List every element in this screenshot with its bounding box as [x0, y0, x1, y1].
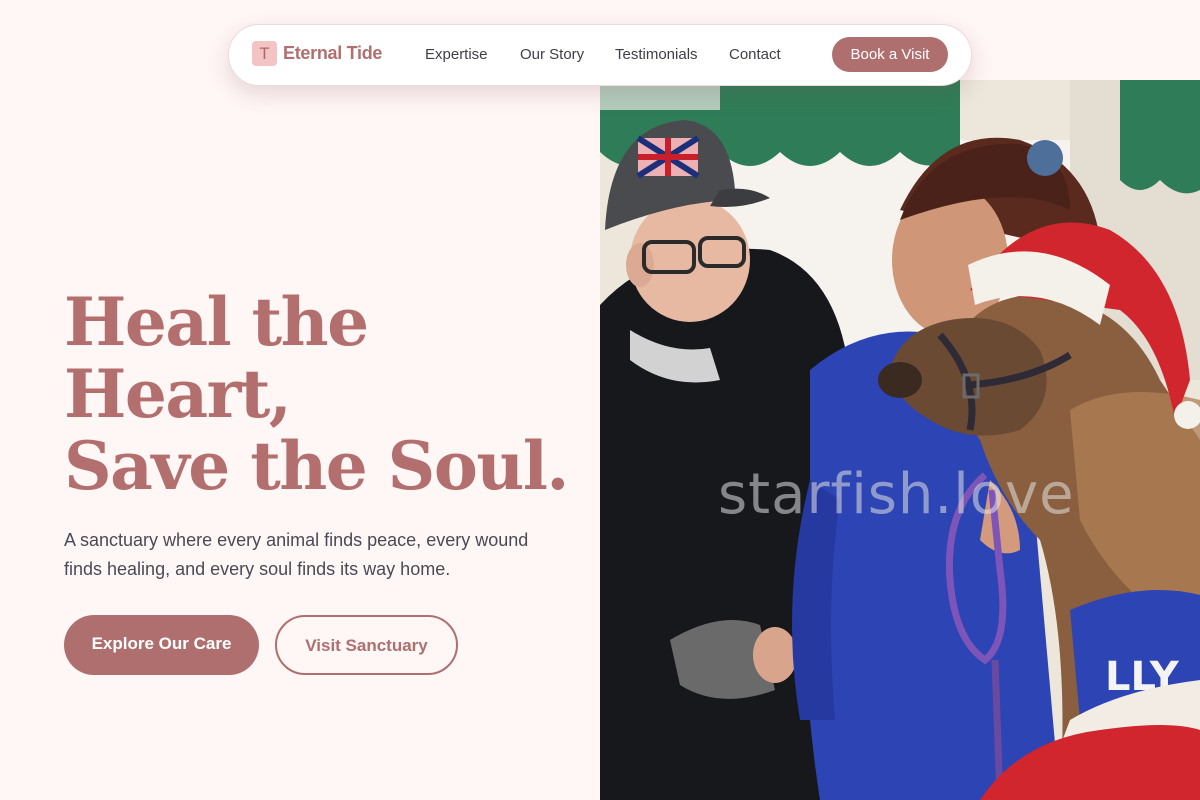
- hero-subtitle: A sanctuary where every animal finds pea…: [64, 530, 529, 579]
- brand-mark-icon: T: [252, 41, 277, 66]
- nav-link-contact[interactable]: Contact: [729, 46, 781, 63]
- hero-photo-illustration: LLY: [600, 80, 1200, 800]
- image-watermark: starfish.love: [718, 462, 1075, 527]
- nav-link-our-story[interactable]: Our Story: [520, 46, 584, 63]
- hero-title: Heal the Heart, Save the Soul.: [64, 283, 569, 505]
- visit-sanctuary-button[interactable]: Visit Sanctuary: [275, 615, 458, 675]
- nav-link-testimonials[interactable]: Testimonials: [615, 46, 698, 63]
- brand-logo[interactable]: T Eternal Tide: [252, 41, 382, 66]
- book-visit-button[interactable]: Book a Visit: [832, 37, 948, 72]
- top-navbar: T Eternal Tide Expertise Our Story Testi…: [228, 24, 972, 86]
- hero-title-line-2: Heart,: [64, 355, 292, 433]
- explore-care-button[interactable]: Explore Our Care: [64, 615, 259, 675]
- hero-photo: LLY starfish.love: [600, 80, 1200, 800]
- nav-link-expertise[interactable]: Expertise: [425, 46, 488, 63]
- hero-title-line-1: Heal the: [64, 283, 369, 361]
- landing-page: LLY starfish.love T Eternal Tide Experti…: [0, 0, 1200, 800]
- brand-name: Eternal Tide: [283, 43, 383, 63]
- hero-title-line-3: Save the Soul.: [64, 427, 569, 505]
